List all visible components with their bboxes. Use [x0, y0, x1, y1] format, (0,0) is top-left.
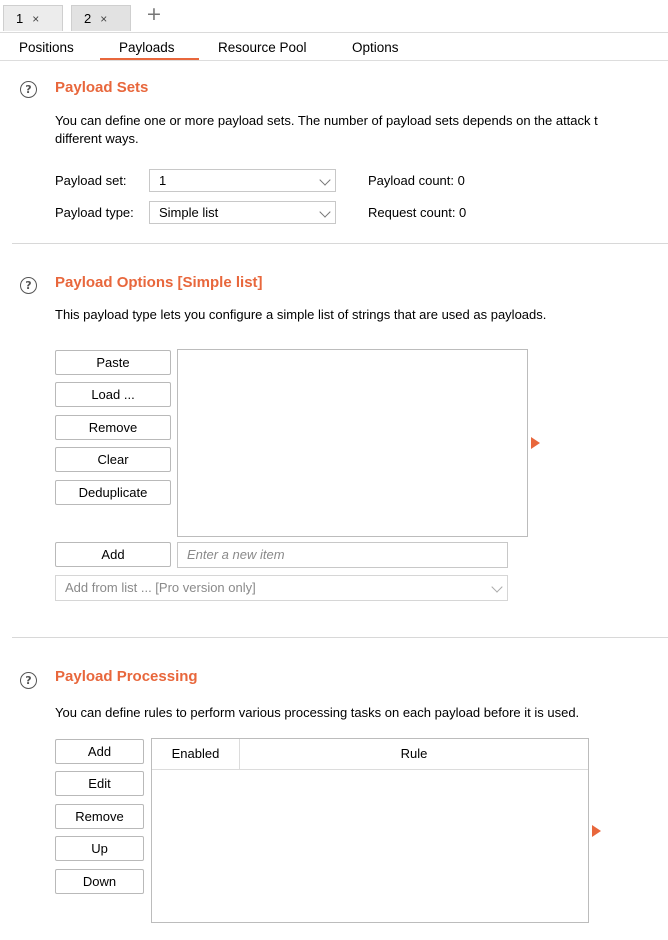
editor-tab-2[interactable]: 2 ×	[71, 5, 131, 31]
tab-resource-pool[interactable]: Resource Pool	[218, 40, 307, 55]
tab-payloads[interactable]: Payloads	[119, 40, 175, 55]
add-from-list-select: Add from list ... [Pro version only]	[55, 575, 508, 601]
move-up-button[interactable]: Up	[55, 836, 144, 861]
payload-type-select[interactable]: Simple list	[149, 201, 336, 224]
add-rule-button[interactable]: Add	[55, 739, 144, 764]
payload-list[interactable]	[177, 349, 528, 537]
edit-rule-button[interactable]: Edit	[55, 771, 144, 796]
add-item-button[interactable]: Add	[55, 542, 171, 567]
divider	[0, 60, 668, 61]
chevron-down-icon	[319, 174, 331, 186]
payload-type-label: Payload type:	[55, 205, 134, 220]
payload-set-select[interactable]: 1	[149, 169, 336, 192]
payload-sets-description-cont: different ways.	[55, 131, 139, 146]
help-icon[interactable]: ?	[20, 672, 37, 689]
add-from-list-label: Add from list ... [Pro version only]	[65, 580, 256, 595]
expand-arrow-icon[interactable]	[592, 825, 601, 837]
load-button[interactable]: Load ...	[55, 382, 171, 407]
help-icon[interactable]: ?	[20, 81, 37, 98]
request-count: Request count: 0	[368, 205, 467, 220]
payload-options-description: This payload type lets you configure a s…	[55, 307, 547, 322]
close-icon[interactable]: ×	[32, 12, 39, 26]
table-header: Enabled Rule	[152, 739, 588, 770]
rules-table[interactable]: Enabled Rule	[151, 738, 589, 923]
section-title-payload-options: Payload Options [Simple list]	[55, 274, 263, 291]
tab-label: 1	[16, 11, 24, 26]
column-header-enabled[interactable]: Enabled	[152, 739, 239, 769]
paste-button[interactable]: Paste	[55, 350, 171, 375]
section-divider	[12, 637, 668, 638]
new-item-input[interactable]: Enter a new item	[177, 542, 508, 568]
close-icon[interactable]: ×	[100, 12, 107, 26]
help-icon[interactable]: ?	[20, 277, 37, 294]
tab-options[interactable]: Options	[352, 40, 399, 55]
deduplicate-button[interactable]: Deduplicate	[55, 480, 171, 505]
add-tab-icon[interactable]: +	[146, 3, 162, 25]
section-title-payload-sets: Payload Sets	[55, 79, 149, 96]
editor-tab-bar: 1 × 2 × +	[0, 0, 668, 34]
divider	[0, 32, 668, 33]
payload-set-value: 1	[159, 173, 167, 188]
tab-label: 2	[84, 11, 92, 26]
payload-processing-description: You can define rules to perform various …	[55, 705, 580, 720]
tab-positions[interactable]: Positions	[19, 40, 74, 55]
payload-set-label: Payload set:	[55, 173, 127, 188]
payload-sets-description: You can define one or more payload sets.…	[55, 113, 598, 128]
chevron-down-icon	[319, 206, 331, 218]
payload-count: Payload count: 0	[368, 173, 465, 188]
remove-rule-button[interactable]: Remove	[55, 804, 144, 829]
section-divider	[12, 243, 668, 244]
section-title-payload-processing: Payload Processing	[55, 668, 198, 685]
move-down-button[interactable]: Down	[55, 869, 144, 894]
editor-tab-1[interactable]: 1 ×	[3, 5, 63, 31]
expand-arrow-icon[interactable]	[531, 437, 540, 449]
remove-button[interactable]: Remove	[55, 415, 171, 440]
chevron-down-icon	[491, 581, 503, 593]
column-header-rule[interactable]: Rule	[240, 739, 588, 769]
payload-type-value: Simple list	[159, 205, 219, 220]
clear-button[interactable]: Clear	[55, 447, 171, 472]
